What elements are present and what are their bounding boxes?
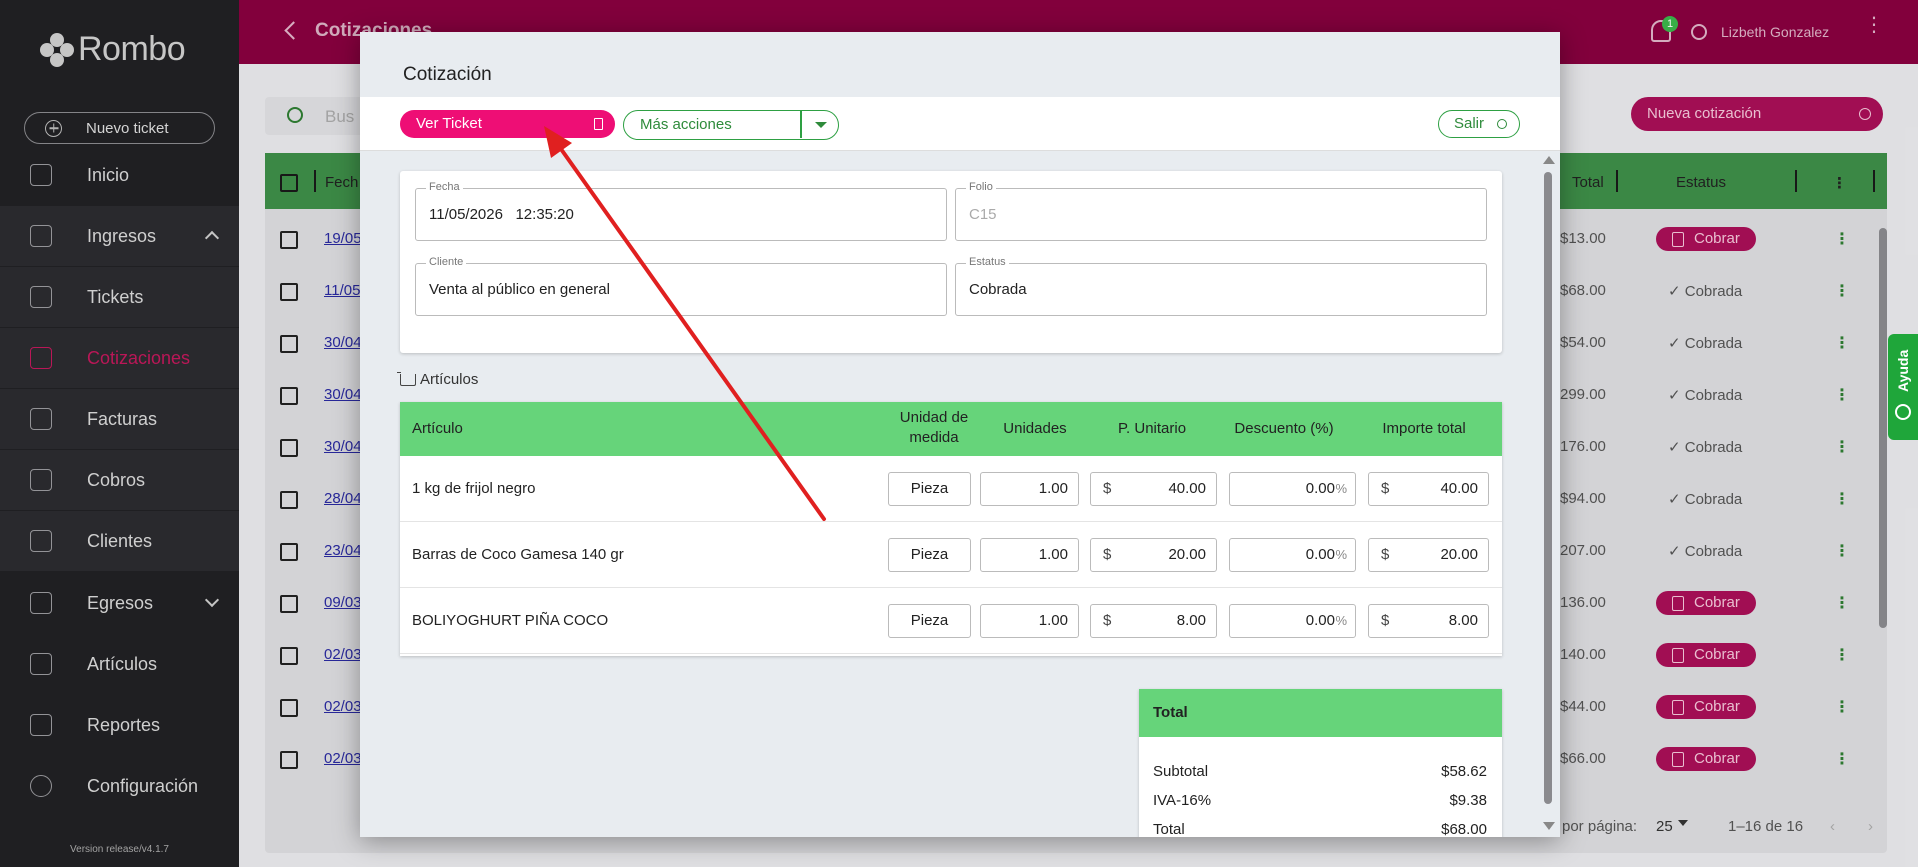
total-amount-value: 40.00 (1440, 480, 1478, 497)
articles-title: Artículos (420, 371, 479, 388)
quantity-value: 1.00 (1038, 612, 1068, 629)
estatus-label: Estatus (966, 256, 1009, 268)
salir-button[interactable]: Salir (1438, 110, 1520, 138)
total-amount-value: 20.00 (1440, 546, 1478, 563)
article-name: Barras de Coco Gamesa 140 gr (412, 546, 624, 563)
article-name: BOLIYOGHURT PIÑA COCO (412, 612, 609, 629)
scroll-down-arrow[interactable] (1543, 822, 1555, 830)
unit-field[interactable]: Pieza (888, 604, 971, 638)
discount-value: 0.00 (1305, 612, 1335, 629)
totals-title: Total (1139, 689, 1502, 737)
folio-label: Folio (966, 181, 996, 193)
quantity-value: 1.00 (1038, 480, 1068, 497)
articles-table-header: Artículo Unidad de medida Unidades P. Un… (400, 402, 1502, 456)
iva-label: IVA-16% (1153, 792, 1212, 809)
document-icon (594, 118, 603, 130)
column-header-descuento: Descuento (%) (1234, 420, 1334, 437)
help-label: Ayuda (1895, 349, 1911, 392)
unit-price-value: 40.00 (1168, 480, 1206, 497)
cart-icon (397, 371, 416, 386)
currency-symbol: $ (1381, 612, 1390, 629)
discount-field[interactable]: 0.00% (1229, 604, 1356, 638)
currency-symbol: $ (1381, 480, 1390, 497)
dialog-title: Cotización (403, 64, 492, 85)
unit-value: Pieza (910, 612, 949, 629)
article-name: 1 kg de frijol negro (412, 480, 536, 497)
quantity-field[interactable]: 1.00 (980, 472, 1079, 506)
table-row: Barras de Coco Gamesa 140 gr Pieza 1.00 … (400, 522, 1502, 588)
unit-field[interactable]: Pieza (888, 472, 971, 506)
help-icon (1895, 404, 1911, 420)
close-circle-icon (1497, 119, 1507, 129)
percent-symbol: % (1335, 547, 1347, 562)
percent-symbol: % (1335, 481, 1347, 496)
total-label: Total (1153, 821, 1185, 837)
discount-value: 0.00 (1305, 546, 1335, 563)
salir-label: Salir (1454, 115, 1485, 132)
column-header-unidades: Unidades (1003, 420, 1067, 437)
unit-price-field[interactable]: $20.00 (1090, 538, 1217, 572)
cliente-label: Cliente (426, 256, 467, 268)
unit-price-field[interactable]: $40.00 (1090, 472, 1217, 506)
column-header-articulo: Artículo (412, 420, 463, 437)
fecha-field[interactable]: Fecha 11/05/2026 12:35:20 (415, 181, 947, 241)
subtotal-row: Subtotal $58.62 (1153, 763, 1487, 780)
unit-value: Pieza (910, 546, 949, 563)
quantity-field[interactable]: 1.00 (980, 538, 1079, 572)
totals-card: Total Subtotal $58.62 IVA-16% $9.38 Tota… (1139, 689, 1502, 837)
cliente-field[interactable]: Cliente Venta al público en general (415, 256, 947, 316)
estatus-value: Cobrada (969, 281, 1027, 298)
percent-symbol: % (1335, 613, 1347, 628)
discount-field[interactable]: 0.00% (1229, 472, 1356, 506)
unit-price-field[interactable]: $8.00 (1090, 604, 1217, 638)
total-amount-field: $20.00 (1368, 538, 1489, 572)
unit-value: Pieza (910, 480, 949, 497)
unit-price-value: 20.00 (1168, 546, 1206, 563)
discount-value: 0.00 (1305, 480, 1335, 497)
currency-symbol: $ (1381, 546, 1390, 563)
folio-value: C15 (969, 206, 997, 223)
quantity-field[interactable]: 1.00 (980, 604, 1079, 638)
unit-price-value: 8.00 (1176, 612, 1206, 629)
articles-table: Artículo Unidad de medida Unidades P. Un… (400, 402, 1502, 656)
total-amount-field: $8.00 (1368, 604, 1489, 638)
iva-row: IVA-16% $9.38 (1153, 792, 1487, 809)
caret-down-icon[interactable] (815, 122, 827, 128)
column-header-precio-unitario: P. Unitario (1117, 420, 1187, 437)
column-header-unidad: Unidad de medida (899, 409, 969, 446)
scroll-up-arrow[interactable] (1543, 156, 1555, 164)
folio-field: Folio C15 (955, 181, 1487, 241)
fecha-label: Fecha (426, 181, 463, 193)
total-value: $68.00 (1441, 821, 1487, 837)
table-row: 1 kg de frijol negro Pieza 1.00 $40.00 0… (400, 456, 1502, 522)
button-divider (800, 111, 802, 138)
currency-symbol: $ (1103, 612, 1112, 629)
fecha-value: 11/05/2026 12:35:20 (429, 206, 574, 223)
discount-field[interactable]: 0.00% (1229, 538, 1356, 572)
total-amount-field: $40.00 (1368, 472, 1489, 506)
quantity-value: 1.00 (1038, 546, 1068, 563)
mas-acciones-button[interactable]: Más acciones (623, 110, 839, 140)
quote-info-card: Fecha 11/05/2026 12:35:20 Folio C15 Clie… (400, 171, 1502, 353)
iva-value: $9.38 (1449, 792, 1487, 809)
quote-dialog: Cotización Ver Ticket Más acciones Salir… (360, 32, 1560, 837)
column-header-importe: Importe total (1382, 420, 1466, 437)
total-amount-value: 8.00 (1448, 612, 1478, 629)
table-row: BOLIYOGHURT PIÑA COCO Pieza 1.00 $8.00 0… (400, 588, 1502, 654)
dialog-toolbar: Ver Ticket Más acciones Salir (360, 97, 1560, 151)
currency-symbol: $ (1103, 480, 1112, 497)
total-row: Total $68.00 (1153, 821, 1487, 837)
cliente-value: Venta al público en general (429, 281, 610, 298)
ver-ticket-button[interactable]: Ver Ticket (400, 110, 615, 138)
ver-ticket-label: Ver Ticket (416, 115, 482, 132)
subtotal-label: Subtotal (1153, 763, 1209, 780)
dialog-scrollbar[interactable] (1544, 172, 1552, 804)
currency-symbol: $ (1103, 546, 1112, 563)
articles-section-title: Artículos (397, 371, 479, 388)
mas-acciones-label: Más acciones (640, 116, 732, 133)
subtotal-value: $58.62 (1441, 763, 1487, 780)
estatus-field[interactable]: Estatus Cobrada (955, 256, 1487, 316)
unit-field[interactable]: Pieza (888, 538, 971, 572)
